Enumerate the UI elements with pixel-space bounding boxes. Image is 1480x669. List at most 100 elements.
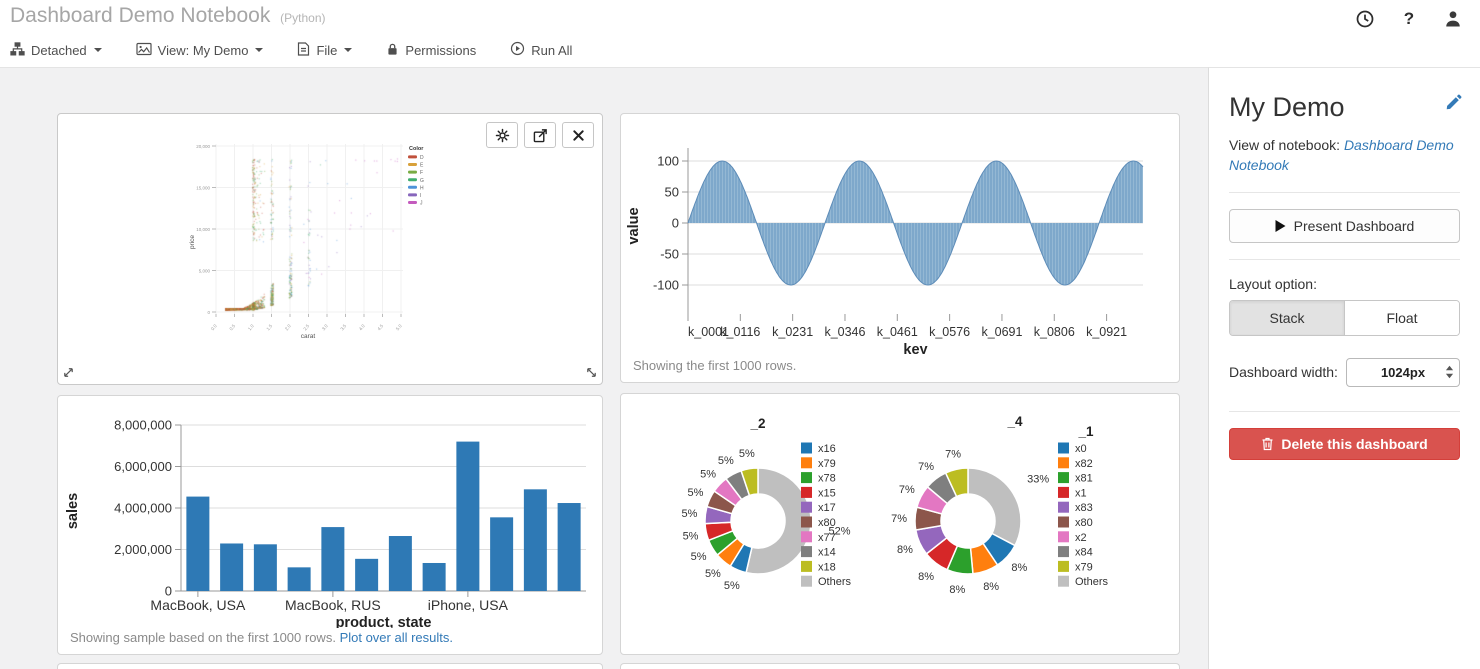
file-menu[interactable]: File [297, 42, 352, 59]
svg-text:100: 100 [657, 154, 679, 169]
svg-text:x83: x83 [1075, 502, 1093, 514]
resize-handle-sw[interactable] [62, 366, 76, 380]
panel-close-button[interactable] [562, 122, 594, 148]
panel-open-button[interactable] [524, 122, 556, 148]
svg-text:x14: x14 [818, 547, 836, 559]
partial-panel-right[interactable] [620, 663, 1180, 669]
user-icon[interactable] [1442, 8, 1464, 30]
donut-charts-panel[interactable]: _252%5%5%5%5%5%5%5%5%5%x16x79x78x15x17x8… [620, 393, 1180, 655]
edit-title-icon[interactable] [1445, 94, 1462, 116]
close-icon [572, 129, 585, 142]
run-all-icon [510, 41, 525, 59]
stepper-icon [1445, 363, 1454, 386]
header-icons: ? [1354, 8, 1464, 30]
svg-text:k_0116: k_0116 [720, 325, 760, 339]
pie-legend-swatch [801, 502, 812, 513]
run-all-label: Run All [531, 43, 572, 58]
svg-text:x78: x78 [818, 473, 836, 485]
svg-text:8%: 8% [897, 544, 913, 556]
svg-text:x16: x16 [818, 443, 836, 455]
plot-over-all-results-link[interactable]: Plot over all results. [340, 630, 453, 645]
svg-text:k_0806: k_0806 [1034, 325, 1075, 339]
pie-legend-swatch [801, 576, 812, 587]
permissions-button[interactable]: Permissions [386, 42, 476, 59]
bar [186, 497, 209, 591]
svg-text:5%: 5% [724, 580, 740, 592]
notebook-title: Dashboard Demo Notebook [10, 4, 270, 27]
svg-text:7%: 7% [918, 461, 934, 473]
app-window: Dashboard Demo Notebook (Python) ? Detac… [0, 0, 1480, 669]
svg-text:x77: x77 [818, 532, 836, 544]
view-menu-label: View: My Demo [158, 43, 249, 58]
svg-text:x80: x80 [1075, 517, 1093, 529]
svg-text:5%: 5% [688, 487, 704, 499]
pie-legend-swatch [1058, 502, 1069, 513]
view-of-notebook-label: View of notebook: [1229, 137, 1340, 153]
bar [288, 567, 311, 591]
svg-text:7%: 7% [945, 449, 961, 461]
history-icon[interactable] [1354, 8, 1376, 30]
layout-toggle: Stack Float [1229, 300, 1460, 336]
present-dashboard-button[interactable]: Present Dashboard [1229, 209, 1460, 243]
svg-text:sales: sales [65, 493, 81, 529]
svg-text:33%: 33% [1027, 474, 1049, 486]
bar [321, 527, 344, 591]
sine-area-chart: 100500-50-100k_0001k_0116k_0231k_0346k_0… [621, 114, 1179, 354]
scatter-chart-panel[interactable]: 0.00.51.01.52.02.53.03.54.04.55.005,0001… [57, 113, 603, 385]
chevron-down-icon [344, 48, 352, 52]
svg-text:5%: 5% [681, 508, 697, 520]
sine-chart-panel[interactable]: 100500-50-100k_0001k_0116k_0231k_0346k_0… [620, 113, 1180, 383]
svg-text:8%: 8% [949, 584, 965, 596]
cluster-menu[interactable]: Detached [10, 42, 102, 59]
trash-icon [1261, 437, 1274, 451]
pie-legend-swatch [1058, 472, 1069, 483]
run-all-button[interactable]: Run All [510, 41, 572, 59]
dashboard-canvas: 0.00.51.01.52.02.53.03.54.04.55.005,0001… [0, 67, 1208, 669]
svg-text:5%: 5% [691, 551, 707, 563]
help-icon[interactable]: ? [1398, 8, 1420, 30]
dashboard-width-select[interactable]: 1024px [1346, 358, 1460, 387]
svg-text:x82: x82 [1075, 458, 1093, 470]
permissions-label: Permissions [405, 43, 476, 58]
panel-actions [486, 122, 594, 148]
play-icon [1275, 220, 1286, 232]
pie-legend-swatch [1058, 487, 1069, 498]
pie-legend-swatch [801, 561, 812, 572]
svg-text:7%: 7% [899, 484, 915, 496]
svg-text:2,000,000: 2,000,000 [114, 542, 172, 557]
pie-legend-swatch [1058, 561, 1069, 572]
svg-text:x79: x79 [1075, 561, 1093, 573]
svg-text:5%: 5% [683, 530, 699, 542]
bar [524, 489, 547, 591]
layout-float-button[interactable]: Float [1344, 301, 1459, 335]
page-title: Dashboard Demo Notebook (Python) [10, 4, 326, 28]
panel-settings-button[interactable] [486, 122, 518, 148]
svg-text:iPhone, USA: iPhone, USA [428, 597, 509, 613]
divider [1229, 192, 1460, 193]
svg-text:k_0346: k_0346 [824, 325, 865, 339]
layout-stack-button[interactable]: Stack [1230, 301, 1344, 335]
chevron-down-icon [255, 48, 263, 52]
bar-chart-panel[interactable]: 02,000,0004,000,0006,000,0008,000,000Mac… [57, 395, 603, 655]
svg-text:x15: x15 [818, 487, 836, 499]
svg-text:x17: x17 [818, 502, 836, 514]
delete-dashboard-button[interactable]: Delete this dashboard [1229, 428, 1460, 460]
svg-text:5%: 5% [739, 448, 755, 460]
pie-legend-swatch [1058, 546, 1069, 557]
svg-text:x18: x18 [818, 561, 836, 573]
svg-text:value: value [626, 207, 642, 244]
view-menu[interactable]: View: My Demo [136, 42, 264, 59]
svg-text:x81: x81 [1075, 473, 1093, 485]
svg-text:x2: x2 [1075, 532, 1087, 544]
resize-handle-se[interactable] [584, 366, 598, 380]
divider [1229, 411, 1460, 412]
partial-panel-left[interactable] [57, 663, 603, 669]
pie-legend-swatch [1058, 531, 1069, 542]
dashboard-title: My Demo [1229, 92, 1460, 123]
svg-text:product, state: product, state [336, 615, 432, 628]
svg-text:7%: 7% [891, 513, 907, 525]
pie-legend-swatch [801, 472, 812, 483]
cluster-icon [10, 42, 25, 59]
svg-text:0: 0 [672, 216, 679, 231]
svg-text:k_0231: k_0231 [772, 325, 813, 339]
